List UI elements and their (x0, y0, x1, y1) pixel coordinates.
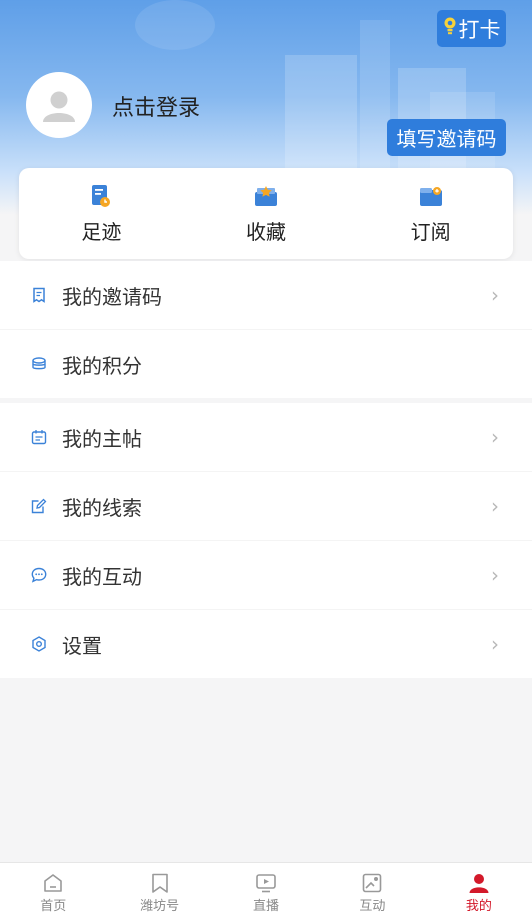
interaction-icon (31, 567, 47, 583)
user-placeholder-icon (43, 91, 75, 122)
tab-interaction[interactable]: 互动 (319, 863, 425, 924)
tab-label: 互动 (359, 899, 386, 914)
fill-invite-code-button[interactable]: 填写邀请码 (387, 119, 506, 156)
quick-item-label: 收藏 (246, 220, 286, 244)
menu-item-label: 我的主帖 (62, 426, 142, 451)
interaction-tab-icon (363, 873, 382, 893)
home-icon (44, 874, 63, 892)
tv-play-icon (256, 874, 276, 893)
tab-label: 潍坊号 (140, 899, 180, 914)
chevron-right-icon: › (491, 494, 499, 518)
invite-code-icon (33, 287, 45, 303)
posts-icon (31, 430, 47, 445)
tab-label: 直播 (253, 899, 280, 914)
quick-item-label: 订阅 (410, 220, 451, 244)
menu-item-label: 我的积分 (62, 353, 142, 378)
quick-item-subscribe[interactable]: 订阅 (348, 168, 513, 259)
lightbulb-icon (443, 16, 457, 41)
bottom-tab-bar: 首页 潍坊号 直播 互动 我的 (0, 862, 532, 924)
quick-actions-card: 足迹 收藏 订阅 (19, 168, 513, 259)
quick-item-favorites[interactable]: 收藏 (184, 168, 349, 259)
menu-item-invite-code[interactable]: 我的邀请码 › (0, 261, 532, 329)
menu-item-posts[interactable]: 我的主帖 › (0, 403, 532, 471)
clues-icon (31, 498, 47, 514)
tab-label: 我的 (465, 899, 492, 914)
menu-item-clues[interactable]: 我的线索 › (0, 471, 532, 540)
quick-item-footprint[interactable]: 足迹 (19, 168, 184, 259)
tab-weifang-account[interactable]: 潍坊号 (106, 863, 212, 924)
tab-mine[interactable]: 我的 (426, 863, 532, 924)
subscribe-icon (419, 187, 442, 206)
points-icon (32, 357, 46, 370)
quick-item-label: 足迹 (81, 220, 122, 244)
menu-item-label: 我的互动 (62, 564, 142, 589)
checkin-label: 打卡 (458, 17, 501, 42)
menu-item-interaction[interactable]: 我的互动 › (0, 540, 532, 609)
menu-item-label: 我的线索 (62, 495, 142, 520)
menu-item-label: 我的邀请码 (62, 284, 162, 309)
chevron-right-icon: › (491, 563, 499, 587)
bookmark-icon (151, 873, 168, 893)
tab-live[interactable]: 直播 (213, 863, 319, 924)
chevron-right-icon: › (491, 632, 499, 656)
menu-group-account: 我的邀请码 › 我的积分 (0, 261, 532, 398)
menu-item-label: 设置 (62, 633, 102, 658)
tab-home[interactable]: 首页 (0, 863, 106, 924)
checkin-button[interactable]: 打卡 (437, 10, 506, 47)
login-link[interactable]: 点击登录 (112, 90, 200, 122)
menu-group-activity: 我的主帖 › 我的线索 › 我的互动 › 设置 › (0, 403, 532, 678)
avatar[interactable] (26, 72, 92, 138)
person-icon (469, 874, 489, 893)
menu-item-points[interactable]: 我的积分 (0, 329, 532, 398)
chevron-right-icon: › (491, 425, 499, 449)
settings-icon (32, 636, 46, 652)
footprint-icon (92, 185, 111, 207)
favorites-icon (255, 186, 277, 206)
chevron-right-icon: › (491, 283, 499, 307)
tab-label: 首页 (40, 899, 67, 914)
menu-item-settings[interactable]: 设置 › (0, 609, 532, 678)
